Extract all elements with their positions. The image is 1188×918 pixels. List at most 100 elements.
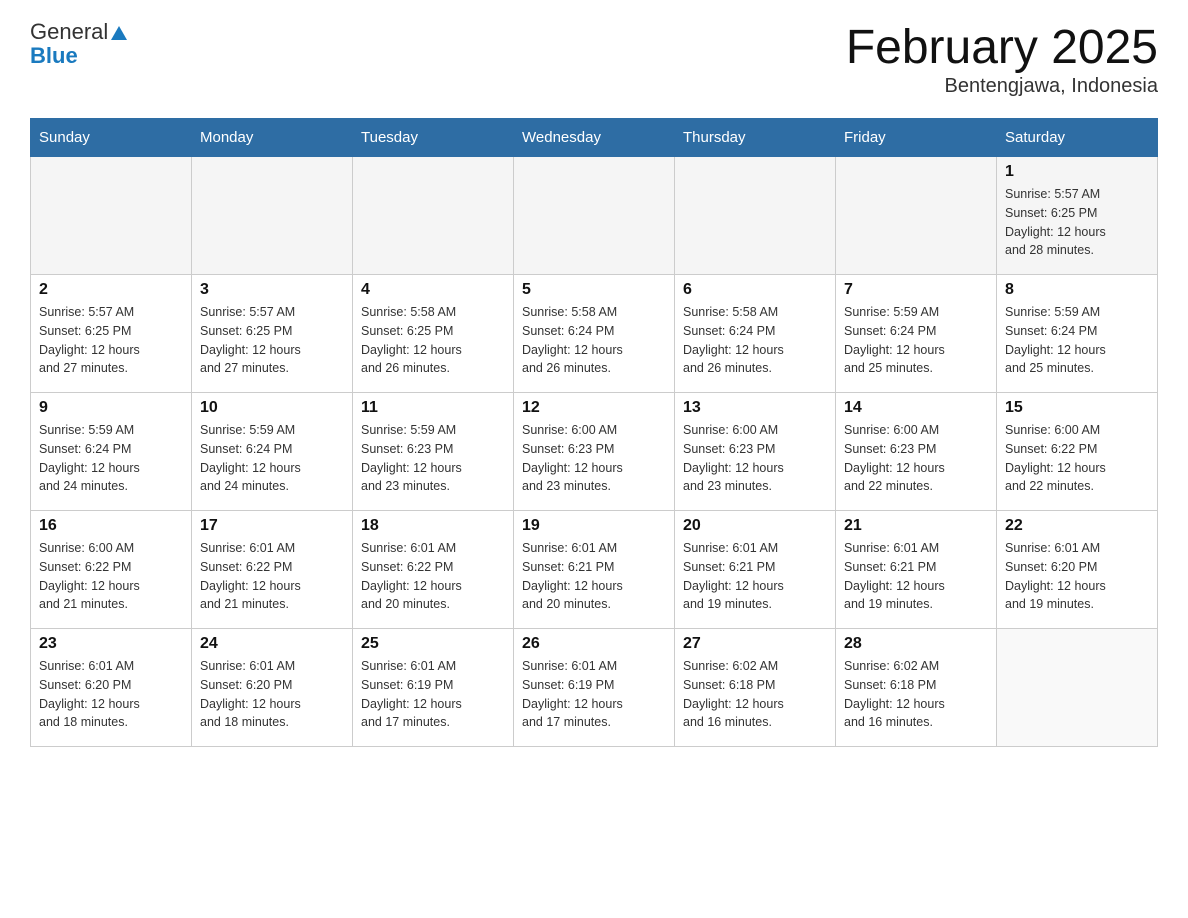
day-number: 24 xyxy=(200,635,344,653)
day-number: 5 xyxy=(522,281,666,299)
day-number: 20 xyxy=(683,517,827,535)
col-tuesday: Tuesday xyxy=(353,119,514,157)
day-info: Sunrise: 6:00 AMSunset: 6:23 PMDaylight:… xyxy=(683,421,827,496)
calendar-day-cell: 5 Sunrise: 5:58 AMSunset: 6:24 PMDaylight… xyxy=(514,275,675,393)
calendar-day-cell: 28Sunrise: 6:02 AMSunset: 6:18 PMDayligh… xyxy=(836,629,997,747)
day-number: 1 xyxy=(1005,163,1149,181)
day-info: Sunrise: 5:59 AMSunset: 6:24 PMDaylight:… xyxy=(844,303,988,378)
day-number: 23 xyxy=(39,635,183,653)
day-number: 22 xyxy=(1005,517,1149,535)
calendar-day-cell: 18Sunrise: 6:01 AMSunset: 6:22 PMDayligh… xyxy=(353,511,514,629)
calendar-day-cell: 12Sunrise: 6:00 AMSunset: 6:23 PMDayligh… xyxy=(514,393,675,511)
day-number: 21 xyxy=(844,517,988,535)
day-info: Sunrise: 6:01 AMSunset: 6:19 PMDaylight:… xyxy=(522,657,666,732)
calendar-week-row: 2 Sunrise: 5:57 AMSunset: 6:25 PMDaylight… xyxy=(31,275,1158,393)
day-info: Sunrise: 6:01 AMSunset: 6:22 PMDaylight:… xyxy=(200,539,344,614)
day-info: Sunrise: 6:01 AMSunset: 6:21 PMDaylight:… xyxy=(683,539,827,614)
calendar-day-cell: 11 Sunrise: 5:59 AMSunset: 6:23 PMDayligh… xyxy=(353,393,514,511)
day-info: Sunrise: 5:59 AMSunset: 6:24 PMDaylight:… xyxy=(1005,303,1149,378)
day-number: 16 xyxy=(39,517,183,535)
day-number: 19 xyxy=(522,517,666,535)
day-number: 14 xyxy=(844,399,988,417)
calendar-day-cell: 27Sunrise: 6:02 AMSunset: 6:18 PMDayligh… xyxy=(675,629,836,747)
calendar-day-cell: 22 Sunrise: 6:01 AMSunset: 6:20 PMDayligh… xyxy=(997,511,1158,629)
calendar-header-row: Sunday Monday Tuesday Wednesday Thursday… xyxy=(31,119,1158,157)
day-number: 27 xyxy=(683,635,827,653)
day-info: Sunrise: 5:59 AMSunset: 6:23 PMDaylight:… xyxy=(361,421,505,496)
calendar-day-cell: 21 Sunrise: 6:01 AMSunset: 6:21 PMDayligh… xyxy=(836,511,997,629)
day-number: 7 xyxy=(844,281,988,299)
logo-triangle-icon xyxy=(111,26,127,40)
day-info: Sunrise: 6:01 AMSunset: 6:21 PMDaylight:… xyxy=(844,539,988,614)
calendar-day-cell: 20 Sunrise: 6:01 AMSunset: 6:21 PMDayligh… xyxy=(675,511,836,629)
calendar-day-cell xyxy=(353,157,514,275)
calendar-day-cell xyxy=(675,157,836,275)
calendar-week-row: 9 Sunrise: 5:59 AMSunset: 6:24 PMDaylight… xyxy=(31,393,1158,511)
calendar-day-cell: 17 Sunrise: 6:01 AMSunset: 6:22 PMDayligh… xyxy=(192,511,353,629)
day-number: 6 xyxy=(683,281,827,299)
calendar-day-cell: 25 Sunrise: 6:01 AMSunset: 6:19 PMDayligh… xyxy=(353,629,514,747)
col-saturday: Saturday xyxy=(997,119,1158,157)
day-info: Sunrise: 6:00 AMSunset: 6:22 PMDaylight:… xyxy=(39,539,183,614)
day-info: Sunrise: 6:01 AMSunset: 6:20 PMDaylight:… xyxy=(39,657,183,732)
day-info: Sunrise: 6:01 AMSunset: 6:19 PMDaylight:… xyxy=(361,657,505,732)
day-info: Sunrise: 6:02 AMSunset: 6:18 PMDaylight:… xyxy=(844,657,988,732)
day-info: Sunrise: 5:57 AMSunset: 6:25 PMDaylight:… xyxy=(1005,185,1149,260)
col-monday: Monday xyxy=(192,119,353,157)
col-sunday: Sunday xyxy=(31,119,192,157)
calendar-day-cell: 4Sunrise: 5:58 AMSunset: 6:25 PMDaylight… xyxy=(353,275,514,393)
calendar-day-cell: 7 Sunrise: 5:59 AMSunset: 6:24 PMDaylight… xyxy=(836,275,997,393)
day-number: 12 xyxy=(522,399,666,417)
day-number: 15 xyxy=(1005,399,1149,417)
calendar-week-row: 16 Sunrise: 6:00 AMSunset: 6:22 PMDayligh… xyxy=(31,511,1158,629)
calendar-day-cell xyxy=(31,157,192,275)
day-info: Sunrise: 5:57 AMSunset: 6:25 PMDaylight:… xyxy=(200,303,344,378)
day-number: 10 xyxy=(200,399,344,417)
calendar-day-cell: 6 Sunrise: 5:58 AMSunset: 6:24 PMDaylight… xyxy=(675,275,836,393)
logo-general: General xyxy=(30,19,108,44)
calendar-day-cell: 10 Sunrise: 5:59 AMSunset: 6:24 PMDayligh… xyxy=(192,393,353,511)
day-info: Sunrise: 5:59 AMSunset: 6:24 PMDaylight:… xyxy=(39,421,183,496)
day-info: Sunrise: 6:01 AMSunset: 6:20 PMDaylight:… xyxy=(200,657,344,732)
col-thursday: Thursday xyxy=(675,119,836,157)
calendar-day-cell: 8 Sunrise: 5:59 AMSunset: 6:24 PMDaylight… xyxy=(997,275,1158,393)
calendar-day-cell: 3 Sunrise: 5:57 AMSunset: 6:25 PMDaylight… xyxy=(192,275,353,393)
day-number: 8 xyxy=(1005,281,1149,299)
day-info: Sunrise: 6:01 AMSunset: 6:21 PMDaylight:… xyxy=(522,539,666,614)
day-info: Sunrise: 5:58 AMSunset: 6:24 PMDaylight:… xyxy=(683,303,827,378)
calendar-day-cell xyxy=(514,157,675,275)
day-number: 3 xyxy=(200,281,344,299)
calendar-title: February 2025 xyxy=(846,20,1158,75)
day-info: Sunrise: 6:01 AMSunset: 6:22 PMDaylight:… xyxy=(361,539,505,614)
calendar-day-cell: 24 Sunrise: 6:01 AMSunset: 6:20 PMDayligh… xyxy=(192,629,353,747)
calendar-day-cell: 9 Sunrise: 5:59 AMSunset: 6:24 PMDaylight… xyxy=(31,393,192,511)
day-info: Sunrise: 6:00 AMSunset: 6:22 PMDaylight:… xyxy=(1005,421,1149,496)
calendar-week-row: 1 Sunrise: 5:57 AMSunset: 6:25 PMDaylight… xyxy=(31,157,1158,275)
day-info: Sunrise: 6:01 AMSunset: 6:20 PMDaylight:… xyxy=(1005,539,1149,614)
calendar-day-cell xyxy=(192,157,353,275)
day-number: 17 xyxy=(200,517,344,535)
calendar-day-cell: 1 Sunrise: 5:57 AMSunset: 6:25 PMDaylight… xyxy=(997,157,1158,275)
day-info: Sunrise: 6:00 AMSunset: 6:23 PMDaylight:… xyxy=(844,421,988,496)
day-number: 4 xyxy=(361,281,505,299)
day-info: Sunrise: 5:57 AMSunset: 6:25 PMDaylight:… xyxy=(39,303,183,378)
day-info: Sunrise: 5:58 AMSunset: 6:24 PMDaylight:… xyxy=(522,303,666,378)
day-number: 2 xyxy=(39,281,183,299)
logo: General Blue xyxy=(30,20,127,68)
calendar-day-cell xyxy=(836,157,997,275)
day-number: 13 xyxy=(683,399,827,417)
col-friday: Friday xyxy=(836,119,997,157)
title-section: February 2025 Bentengjawa, Indonesia xyxy=(846,20,1158,98)
calendar-day-cell: 14 Sunrise: 6:00 AMSunset: 6:23 PMDayligh… xyxy=(836,393,997,511)
col-wednesday: Wednesday xyxy=(514,119,675,157)
calendar-day-cell xyxy=(997,629,1158,747)
calendar-day-cell: 15 Sunrise: 6:00 AMSunset: 6:22 PMDayligh… xyxy=(997,393,1158,511)
day-number: 9 xyxy=(39,399,183,417)
calendar-table: Sunday Monday Tuesday Wednesday Thursday… xyxy=(30,118,1158,747)
day-number: 25 xyxy=(361,635,505,653)
day-number: 11 xyxy=(361,399,505,417)
page-header: General Blue February 2025 Bentengjawa, … xyxy=(30,20,1158,98)
calendar-week-row: 23 Sunrise: 6:01 AMSunset: 6:20 PMDayligh… xyxy=(31,629,1158,747)
day-info: Sunrise: 5:59 AMSunset: 6:24 PMDaylight:… xyxy=(200,421,344,496)
calendar-day-cell: 26Sunrise: 6:01 AMSunset: 6:19 PMDayligh… xyxy=(514,629,675,747)
